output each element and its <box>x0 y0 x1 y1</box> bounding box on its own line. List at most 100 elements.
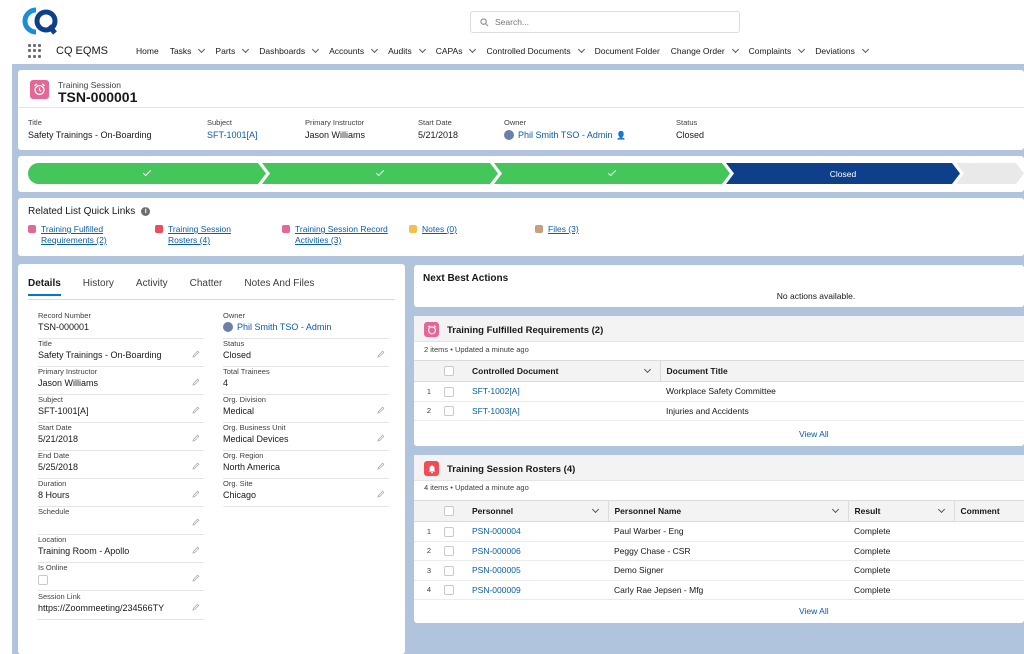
personnel-link[interactable]: PSN-000006 <box>466 541 608 561</box>
nav-item[interactable]: Accounts <box>329 45 379 56</box>
subject-link[interactable]: SFT-1001[A] <box>207 130 258 140</box>
column-header-personnel[interactable]: Personnel <box>466 500 609 522</box>
edit-pencil-icon[interactable] <box>192 462 200 470</box>
tab-details[interactable]: Details <box>28 278 61 296</box>
nav-item[interactable]: Change Order <box>671 45 739 56</box>
chevron-down-icon[interactable] <box>312 45 320 54</box>
nav-item[interactable]: Deviations <box>815 45 869 56</box>
view-all-link[interactable]: View All <box>799 429 829 439</box>
edit-pencil-icon[interactable] <box>377 406 385 414</box>
tab-history[interactable]: History <box>83 278 114 296</box>
quick-link[interactable]: Files (3) <box>535 224 579 235</box>
app-launcher-icon[interactable] <box>28 44 42 58</box>
info-icon[interactable]: i <box>141 207 151 216</box>
field-org-business-unit: Org. Business Unit Medical Devices <box>223 423 389 451</box>
tabs-divider <box>28 299 395 300</box>
controlled-document-link[interactable]: SFT-1003[A] <box>466 401 660 421</box>
nav-item[interactable]: Document Folder <box>595 46 660 56</box>
is-online-checkbox[interactable] <box>38 575 48 585</box>
chevron-down-icon[interactable] <box>831 505 839 514</box>
nav-item[interactable]: Tasks <box>170 45 206 56</box>
edit-pencil-icon[interactable] <box>377 490 385 498</box>
chevron-down-icon[interactable] <box>798 45 806 54</box>
quick-link[interactable]: Training Fulfilled Requirements (2) <box>28 224 107 246</box>
edit-pencil-icon[interactable] <box>377 462 385 470</box>
chevron-down-icon[interactable] <box>937 505 945 514</box>
tab-notes-and-files[interactable]: Notes And Files <box>244 278 314 296</box>
session-rosters-title[interactable]: Training Session Rosters (4) <box>447 464 575 475</box>
chevron-down-icon[interactable] <box>198 45 206 54</box>
chevron-down-icon[interactable] <box>643 365 651 374</box>
nav-item[interactable]: Complaints <box>749 45 806 56</box>
edit-pencil-icon[interactable] <box>377 434 385 442</box>
chevron-down-icon[interactable] <box>861 45 869 54</box>
owner-link[interactable]: Phil Smith TSO - Admin <box>518 130 612 140</box>
chevron-down-icon[interactable] <box>242 45 250 54</box>
nav-item[interactable]: Parts <box>215 45 250 56</box>
field-org-site: Org. Site Chicago <box>223 479 389 507</box>
table-row: 1 SFT-1002[A] Workplace Safety Committee <box>414 381 1024 402</box>
edit-pencil-icon[interactable] <box>192 603 200 611</box>
edit-pencil-icon[interactable] <box>192 490 200 498</box>
tab-chatter[interactable]: Chatter <box>190 278 223 296</box>
chevron-down-icon[interactable] <box>577 45 585 54</box>
fulfilled-requirements-title[interactable]: Training Fulfilled Requirements (2) <box>447 325 603 336</box>
path-stage[interactable] <box>28 163 266 184</box>
edit-pencil-icon[interactable] <box>192 406 200 414</box>
personnel-link[interactable]: PSN-000009 <box>466 580 608 600</box>
path-stage[interactable] <box>956 163 1024 184</box>
personnel-link[interactable]: PSN-000004 <box>466 521 608 542</box>
chevron-down-icon[interactable] <box>469 45 477 54</box>
view-all-link[interactable]: View All <box>799 606 829 616</box>
path-stage[interactable]: Closed <box>726 163 960 184</box>
quick-link[interactable]: Notes (0) <box>409 224 457 235</box>
edit-pencil-icon[interactable] <box>192 518 200 526</box>
nav-item[interactable]: Controlled Documents <box>486 45 585 56</box>
next-best-actions-title: Next Best Actions <box>423 273 509 284</box>
column-header-document-title[interactable]: Document Title <box>660 360 1024 382</box>
nav-item[interactable]: Audits <box>388 45 426 56</box>
highlight-owner: Owner Phil Smith TSO - Admin 👤 <box>504 118 627 140</box>
tab-activity[interactable]: Activity <box>136 278 168 296</box>
highlight-status: Status Closed <box>676 118 705 140</box>
header-divider <box>18 107 1024 108</box>
personnel-link[interactable]: PSN-000005 <box>466 560 608 581</box>
row-checkbox[interactable] <box>444 406 454 417</box>
row-checkbox[interactable] <box>444 585 454 596</box>
column-header-personnel-name[interactable]: Personnel Name <box>608 500 849 522</box>
search-input[interactable] <box>495 17 695 27</box>
global-search[interactable] <box>470 11 740 33</box>
row-checkbox[interactable] <box>444 546 454 557</box>
quick-link[interactable]: Training Session Record Activities (3) <box>282 224 388 246</box>
edit-pencil-icon[interactable] <box>192 378 200 386</box>
column-header-controlled-document[interactable]: Controlled Document <box>466 360 661 382</box>
nav-item[interactable]: CAPAs <box>436 45 477 56</box>
session-rosters-table: Personnel Personnel Name Result Comment … <box>414 500 1024 600</box>
select-all-checkbox[interactable] <box>444 506 454 517</box>
edit-pencil-icon[interactable] <box>192 434 200 442</box>
chevron-down-icon[interactable] <box>418 45 426 54</box>
nav-item[interactable]: Dashboards <box>259 45 320 56</box>
edit-pencil-icon[interactable] <box>192 546 200 554</box>
select-all-checkbox[interactable] <box>444 366 454 377</box>
column-header-comment[interactable]: Comment <box>954 500 1024 522</box>
controlled-document-link[interactable]: SFT-1002[A] <box>466 381 660 402</box>
cq-logo[interactable] <box>22 6 58 36</box>
nav-bar: Home Tasks Parts Dashboards Accounts Audits CA… <box>136 40 879 62</box>
edit-pencil-icon[interactable] <box>377 350 385 358</box>
change-owner-icon[interactable]: 👤 <box>616 131 626 140</box>
chevron-down-icon[interactable] <box>731 45 739 54</box>
nav-item[interactable]: Home <box>136 46 159 56</box>
path-stage[interactable] <box>494 163 730 184</box>
row-checkbox[interactable] <box>444 565 454 576</box>
chevron-down-icon[interactable] <box>591 505 599 514</box>
quick-link[interactable]: Training Session Rosters (4) <box>155 224 231 246</box>
field-org-region: Org. Region North America <box>223 451 389 479</box>
row-checkbox[interactable] <box>444 386 454 397</box>
edit-pencil-icon[interactable] <box>192 350 200 358</box>
column-header-result[interactable]: Result <box>848 500 955 522</box>
edit-pencil-icon[interactable] <box>192 574 200 582</box>
chevron-down-icon[interactable] <box>371 45 379 54</box>
row-checkbox[interactable] <box>444 526 454 537</box>
path-stage[interactable] <box>262 163 498 184</box>
